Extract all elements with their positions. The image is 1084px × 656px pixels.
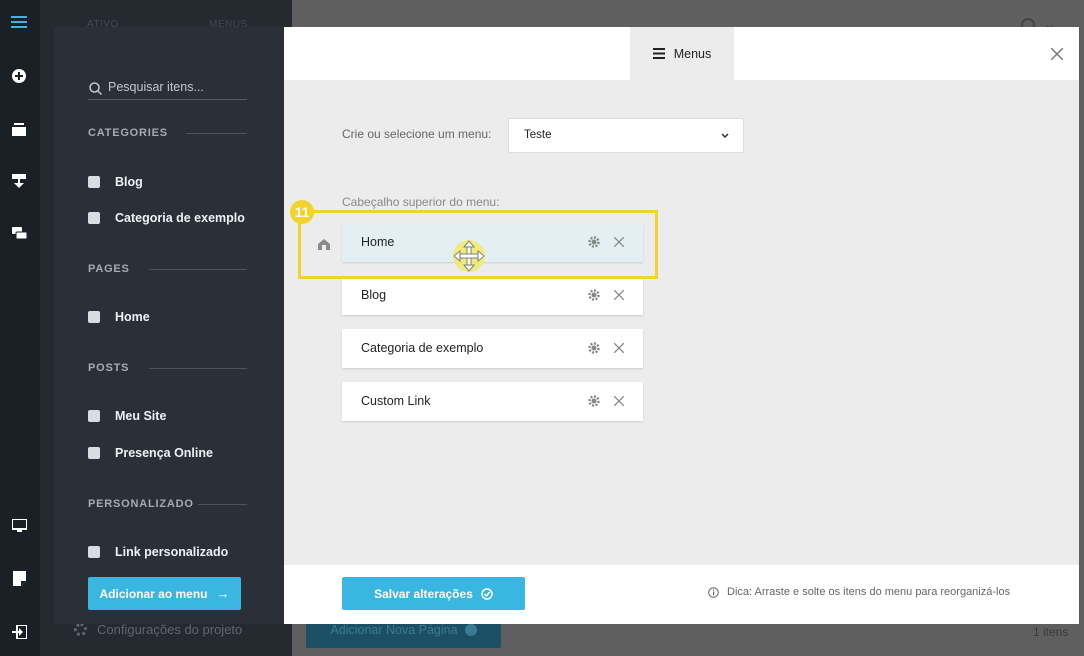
menu-select[interactable]: Teste [508,118,744,153]
project-settings-link: Configurações do projeto [74,622,242,637]
comments-icon[interactable] [10,225,28,243]
menu-select-value: Teste [524,129,552,141]
menu-icon[interactable] [10,13,28,31]
divider [198,504,247,505]
step-badge: 11 [290,200,314,224]
sidebar-item-home[interactable]: Home [88,310,150,324]
save-changes-label: Salvar alterações [374,586,473,601]
menu-item-categoria-de-exemplo[interactable]: Categoria de exemplo [342,329,643,368]
close-icon[interactable] [613,393,625,411]
tab-menus[interactable]: Menus [630,27,734,80]
checkbox[interactable] [88,546,100,558]
bg-items-count: 1 itens [1033,625,1069,639]
menu-item-label: Blog [361,288,387,302]
sidebar-item-blog[interactable]: Blog [88,175,143,189]
sidebar-item-link-personalizado[interactable]: Link personalizado [88,545,228,559]
icon-rail [0,0,40,656]
drag-move-cursor-icon [451,238,487,279]
menu-header-label: Cabeçalho superior do menu: [342,195,500,209]
close-icon[interactable] [1051,48,1063,60]
sidebar-item-meu-site[interactable]: Meu Site [88,409,166,423]
monitor-icon[interactable] [10,517,28,535]
logout-icon[interactable] [10,623,28,641]
sidebar-item-label: Meu Site [115,409,167,423]
divider [149,368,247,369]
pages-icon[interactable] [10,120,28,138]
divider [186,133,247,134]
menu-item-blog[interactable]: Blog [342,276,643,315]
menu-editor-panel: Menus Crie ou selecione um menu: Teste C… [284,27,1079,624]
add-circle-icon[interactable] [10,67,28,85]
section-title-pages: PAGES [88,263,130,275]
project-settings-label: Configurações do projeto [97,622,243,637]
navigation-icon[interactable] [10,172,28,190]
search-icon [89,82,102,95]
close-icon[interactable] [613,287,625,305]
checkbox[interactable] [88,176,100,188]
sidebar-item-categoria-de-exemplo[interactable]: Categoria de exemplo [88,211,245,225]
info-icon [708,586,719,598]
add-to-menu-label: Adicionar ao menu [99,586,208,601]
close-icon[interactable] [613,340,625,358]
sidebar-item-label: Home [115,310,150,324]
gear-icon[interactable] [588,288,600,306]
tab-menus-label: Menus [673,46,712,61]
tip-text: Dica: Arraste e solte os itens do menu p… [708,586,1010,598]
gear-icon [74,623,87,636]
sidebar-item-label: Presença Online [115,446,213,460]
add-circle-icon [464,624,477,636]
select-menu-label: Crie ou selecione um menu: [342,127,492,141]
save-changes-button[interactable]: Salvar alterações [342,577,525,610]
gear-icon[interactable] [588,341,600,359]
hamburger-icon [652,48,665,59]
check-circle-icon [481,587,493,600]
sidebar-item-label: Link personalizado [115,545,229,559]
section-title-posts: POSTS [88,362,130,374]
search-placeholder: Pesquisar itens... [108,80,204,94]
menu-item-label: Categoria de exemplo [361,341,484,355]
checkbox[interactable] [88,311,100,323]
menu-item-label: Custom Link [361,394,431,408]
sidebar-item-label: Blog [115,175,143,189]
add-to-menu-button[interactable]: Adicionar ao menu → [88,577,241,610]
checkbox[interactable] [88,410,100,422]
checkbox[interactable] [88,212,100,224]
sidebar-item-presenca-online[interactable]: Presença Online [88,446,213,460]
search-field[interactable]: Pesquisar itens... [88,78,247,100]
gear-icon[interactable] [588,394,600,412]
tip-label: Dica: Arraste e solte os itens do menu p… [727,586,1011,598]
menu-item-custom-link[interactable]: Custom Link [342,382,643,421]
checkbox[interactable] [88,447,100,459]
note-icon[interactable] [10,569,28,587]
sidebar-item-label: Categoria de exemplo [115,211,245,225]
menu-items-sidebar: Pesquisar itens... CATEGORIES Blog Categ… [54,27,284,624]
modal-footer: Salvar alterações Dica: Arraste e solte … [284,565,1079,624]
bg-add-page-label: Adicionar Nova Página [330,623,458,637]
section-title-categories: CATEGORIES [88,127,168,139]
chevron-down-icon [721,133,729,138]
divider [149,269,247,270]
modal-header: Menus [284,27,1079,80]
section-title-personalizado: PERSONALIZADO [88,498,194,510]
arrow-right-icon: → [216,586,230,601]
